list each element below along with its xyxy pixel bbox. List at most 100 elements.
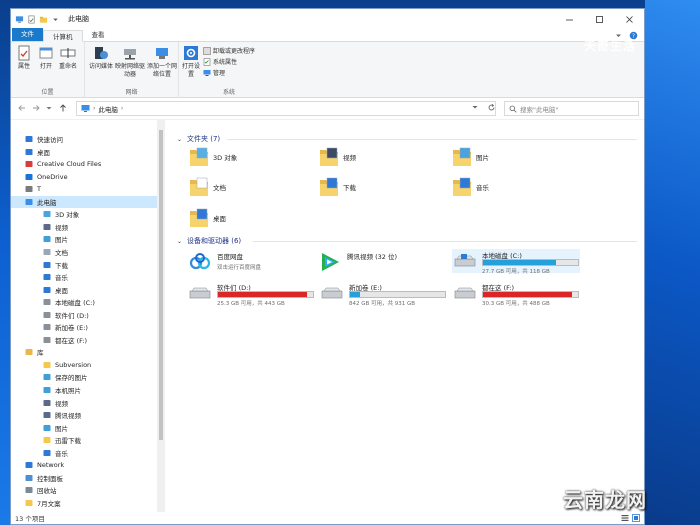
sidebar-item[interactable]: 本机照片 — [11, 384, 157, 396]
sidebar-item[interactable]: 快速访问 — [11, 133, 157, 145]
tab-view[interactable]: 查看 — [83, 29, 114, 41]
sidebar-item-label: 回收站 — [37, 487, 57, 496]
sidebar-item[interactable]: 视频 — [11, 221, 157, 233]
sidebar-item[interactable]: 迅雷下载 — [11, 434, 157, 446]
sidebar-item[interactable]: 库 — [11, 346, 157, 358]
drive-icon — [454, 287, 476, 299]
cloud-folder-icon — [25, 161, 33, 168]
add-network-location-button[interactable]: 添加一个网络位置 — [146, 45, 178, 79]
devices-section-header[interactable]: ⌄ 设备和驱动器 (6) — [177, 236, 241, 246]
maximize-button[interactable] — [584, 9, 614, 29]
sidebar-item[interactable]: 文档 — [11, 246, 157, 258]
sidebar-item[interactable]: 图片 — [11, 233, 157, 245]
refresh-icon[interactable] — [487, 103, 496, 112]
sidebar-item[interactable]: 图片 — [11, 422, 157, 434]
sidebar-item[interactable]: 3D 对象 — [11, 208, 157, 220]
sidebar-item[interactable]: Subversion — [11, 359, 157, 371]
back-arrow-icon[interactable] — [17, 103, 27, 113]
open-button[interactable]: 打开 — [38, 45, 54, 71]
sidebar-item[interactable]: 视频 — [11, 397, 157, 409]
drive-item[interactable]: 新加卷 (E:) 842 GB 可用，共 931 GB — [319, 281, 447, 307]
tencent-video-item[interactable]: 腾讯视频 (32 位) — [319, 251, 397, 273]
drive-usage-bar — [217, 291, 314, 298]
chevron-down-icon[interactable] — [471, 103, 479, 111]
address-bar[interactable]: › 此电脑 › — [76, 101, 496, 116]
search-box[interactable]: 搜索"此电脑" — [504, 101, 639, 116]
drive-item[interactable]: 本地磁盘 (C:) 27.7 GB 可用，共 118 GB — [452, 249, 580, 275]
large-icons-view-icon[interactable] — [632, 514, 640, 522]
tab-computer[interactable]: 计算机 — [43, 30, 83, 42]
recent-locations-chevron-icon[interactable] — [45, 103, 53, 113]
drive-item[interactable]: 都在这 (F:) 30.3 GB 可用，共 488 GB — [452, 281, 580, 307]
sidebar-item[interactable]: 7月文案 — [11, 497, 157, 509]
computer-management-icon — [203, 69, 211, 76]
sidebar-item[interactable]: 本地磁盘 (C:) — [11, 296, 157, 308]
minimize-button[interactable] — [554, 9, 584, 29]
sidebar-item[interactable]: 桌面 — [11, 146, 157, 158]
forward-arrow-icon[interactable] — [31, 103, 41, 113]
manage-button[interactable]: 管理 — [203, 68, 225, 77]
sidebar-item[interactable]: 音乐 — [11, 271, 157, 283]
sidebar-item[interactable]: 桌面 — [11, 284, 157, 296]
breadcrumb-this-pc[interactable]: 此电脑 — [98, 104, 118, 114]
folder-item[interactable]: 桌面 — [189, 207, 226, 229]
properties-icon[interactable] — [27, 15, 36, 24]
sidebar-item[interactable]: OneDrive — [11, 171, 157, 183]
sidebar-item[interactable]: 都在这 (F:) — [11, 334, 157, 346]
folder-label: 桌面 — [213, 215, 226, 223]
system-properties-button[interactable]: 系统属性 — [203, 57, 237, 66]
sidebar-item[interactable]: 腾讯视频 — [11, 409, 157, 421]
sidebar-item[interactable]: 新加卷 (E:) — [11, 321, 157, 333]
onedrive-icon — [25, 173, 33, 180]
details-view-icon[interactable] — [621, 514, 629, 522]
uninstall-programs-button[interactable]: 卸载或更改程序 — [203, 46, 255, 55]
drive-usage-fill — [350, 292, 360, 297]
folder-item[interactable]: 文档 — [189, 176, 226, 198]
sidebar-item-label: OneDrive — [37, 172, 68, 181]
rename-label: 重命名 — [59, 63, 78, 70]
rename-button[interactable]: 重命名 — [59, 45, 77, 71]
sidebar-item-label: 7月文案 — [37, 499, 61, 508]
access-media-button[interactable]: 访问媒体 — [88, 45, 114, 71]
windows-drive-icon — [454, 254, 476, 267]
sidebar-item[interactable]: Creative Cloud Files — [11, 158, 157, 170]
sidebar-item-label: 控制面板 — [37, 474, 63, 483]
folder-item[interactable]: 音乐 — [452, 176, 489, 198]
network-location-icon — [156, 48, 168, 59]
sidebar-item[interactable]: 软件们 (D:) — [11, 309, 157, 321]
new-folder-icon[interactable] — [39, 15, 48, 24]
baidu-netdisk-item[interactable]: 百度网盘 双击运行百度网盘 — [189, 251, 261, 273]
app-name: 百度网盘 — [217, 253, 243, 261]
up-arrow-icon[interactable] — [58, 103, 68, 113]
sidebar-item[interactable]: 此电脑 — [11, 195, 157, 208]
navigation-scrollbar[interactable] — [157, 120, 165, 514]
picture-icon — [43, 387, 51, 393]
folder-item[interactable]: 视频 — [319, 146, 356, 168]
network-drive-icon — [124, 49, 136, 60]
close-button[interactable] — [614, 9, 644, 29]
picture-icon — [43, 374, 51, 381]
gear-icon — [184, 46, 198, 60]
app-name: 腾讯视频 (32 位) — [347, 253, 397, 261]
folder-icon — [43, 437, 51, 444]
drive-free-space: 25.3 GB 可用，共 443 GB — [217, 301, 285, 307]
sidebar-item[interactable]: T — [11, 183, 157, 195]
scrollbar-thumb[interactable] — [159, 130, 163, 440]
sidebar-item[interactable]: 音乐 — [11, 447, 157, 459]
content-scrollbar[interactable] — [638, 120, 644, 514]
sidebar-item[interactable]: 控制面板 — [11, 472, 157, 484]
sidebar-item[interactable]: 保存的图片 — [11, 371, 157, 383]
tab-file[interactable]: 文件 — [12, 28, 43, 41]
sidebar-item[interactable]: Network — [11, 459, 157, 471]
folder-item[interactable]: 图片 — [452, 146, 489, 168]
map-network-drive-button[interactable]: 映射网络驱动器 — [115, 45, 145, 79]
folder-item[interactable]: 3D 对象 — [189, 146, 237, 168]
properties-button[interactable]: 属性 — [16, 45, 32, 71]
open-settings-button[interactable]: 打开设置 — [182, 45, 200, 79]
sidebar-item[interactable]: 下载 — [11, 259, 157, 271]
folder-item[interactable]: 下载 — [319, 176, 356, 198]
sidebar-item[interactable]: 回收站 — [11, 484, 157, 496]
folders-section-header[interactable]: ⌄ 文件夹 (7) — [177, 134, 220, 144]
drive-item[interactable]: 软件们 (D:) 25.3 GB 可用，共 443 GB — [187, 281, 315, 307]
chevron-down-icon[interactable] — [51, 15, 60, 24]
